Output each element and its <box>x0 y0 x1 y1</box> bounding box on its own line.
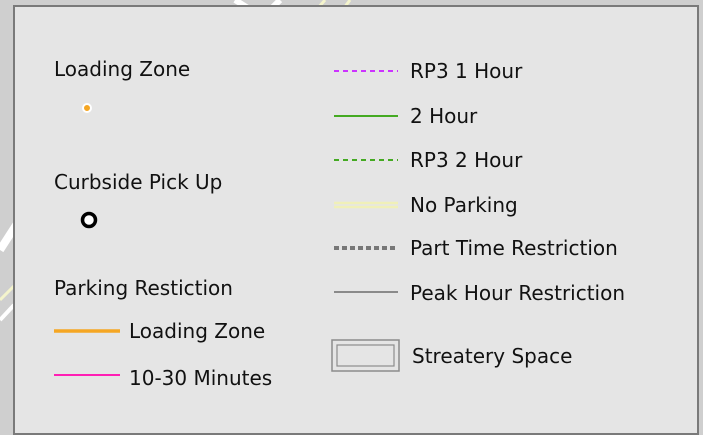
legend-label-rp3-2-hour: RP3 2 Hour <box>410 148 523 172</box>
legend-label-2-hour: 2 Hour <box>410 104 478 128</box>
legend-label-curbside-pick-up: Curbside Pick Up <box>54 170 223 194</box>
legend-label-loading-zone-line: Loading Zone <box>129 319 266 343</box>
no-parking-line-symbol <box>334 201 398 209</box>
part-time-restriction-dotted-line-symbol <box>334 246 398 250</box>
curbside-pick-up-ring-icon <box>80 211 98 229</box>
ten-thirty-minutes-line-symbol <box>54 374 120 376</box>
two-hour-line-symbol <box>334 115 398 117</box>
streatery-space-box-icon <box>331 339 400 372</box>
peak-hour-restriction-line-symbol <box>334 291 398 293</box>
rp3-1-hour-dashed-line-symbol <box>334 70 398 72</box>
legend-label-10-30-minutes: 10-30 Minutes <box>129 366 273 390</box>
loading-zone-point-icon <box>82 103 92 113</box>
loading-zone-line-symbol <box>54 329 120 333</box>
legend-label-streatery-space: Streatery Space <box>412 344 573 368</box>
legend-label-parking-restriction: Parking Restiction <box>54 276 233 300</box>
legend-label-rp3-1-hour: RP3 1 Hour <box>410 59 523 83</box>
legend-label-peak-hour-restriction: Peak Hour Restriction <box>410 281 626 305</box>
legend-label-loading-zone-point: Loading Zone <box>54 57 191 81</box>
legend-label-no-parking: No Parking <box>410 193 518 217</box>
legend-label-part-time-restriction: Part Time Restriction <box>410 236 618 260</box>
map-legend-panel: Loading Zone Curbside Pick Up Parking Re… <box>13 5 699 435</box>
rp3-2-hour-dashed-line-symbol <box>334 159 398 161</box>
